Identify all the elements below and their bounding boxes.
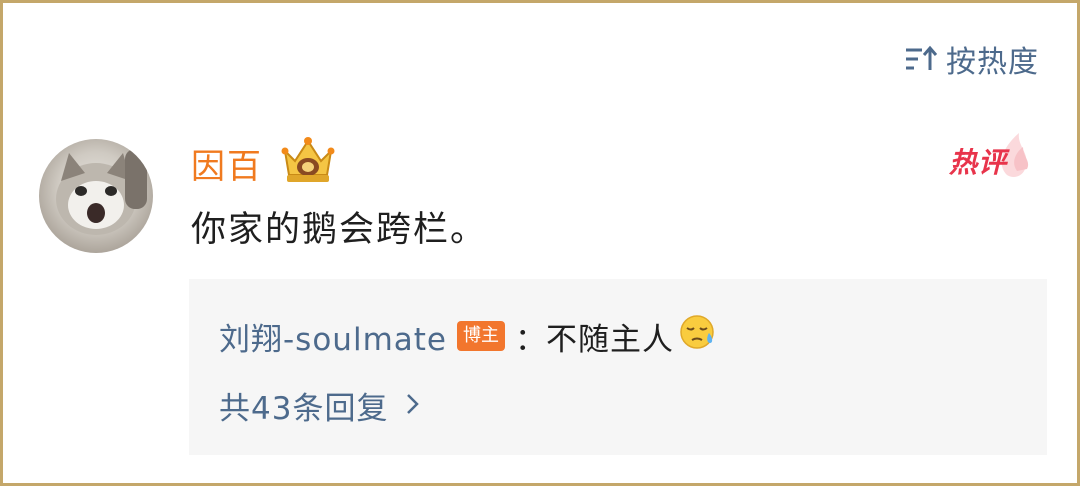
reply-text: 不随主人 xyxy=(546,321,674,358)
sweat-face-emoji-icon xyxy=(678,313,716,359)
sort-label: 按热度 xyxy=(946,45,1039,80)
crown-icon xyxy=(279,135,337,189)
reply-count-label: 共43条回复 xyxy=(219,391,389,427)
hot-comment-badge: 热评 xyxy=(945,123,1035,183)
reply-preview[interactable]: 刘翔-soulmate 博主 ： 不随主人 共43条回复 xyxy=(189,279,1047,455)
hot-comment-label: 热评 xyxy=(949,146,1008,179)
comment-text: 你家的鹅会跨栏。 xyxy=(191,210,488,250)
sort-by-hot-button[interactable]: 按热度 xyxy=(904,37,1039,81)
view-replies-link[interactable]: 共43条回复 xyxy=(219,383,420,428)
chevron-right-icon xyxy=(406,388,420,424)
reply-item: 刘翔-soulmate 博主 ： 不随主人 xyxy=(219,313,716,359)
reply-colon: ： xyxy=(515,321,546,358)
sort-icon xyxy=(904,44,938,74)
blogger-badge: 博主 xyxy=(457,321,505,351)
comment-card: 按热度 因百 热评 你家的鹅会跨栏。 刘翔-soulmate 博主 ： 不随主人… xyxy=(0,0,1080,486)
avatar[interactable] xyxy=(39,139,153,253)
reply-author[interactable]: 刘翔-soulmate xyxy=(219,314,447,359)
username[interactable]: 因百 xyxy=(191,139,263,188)
